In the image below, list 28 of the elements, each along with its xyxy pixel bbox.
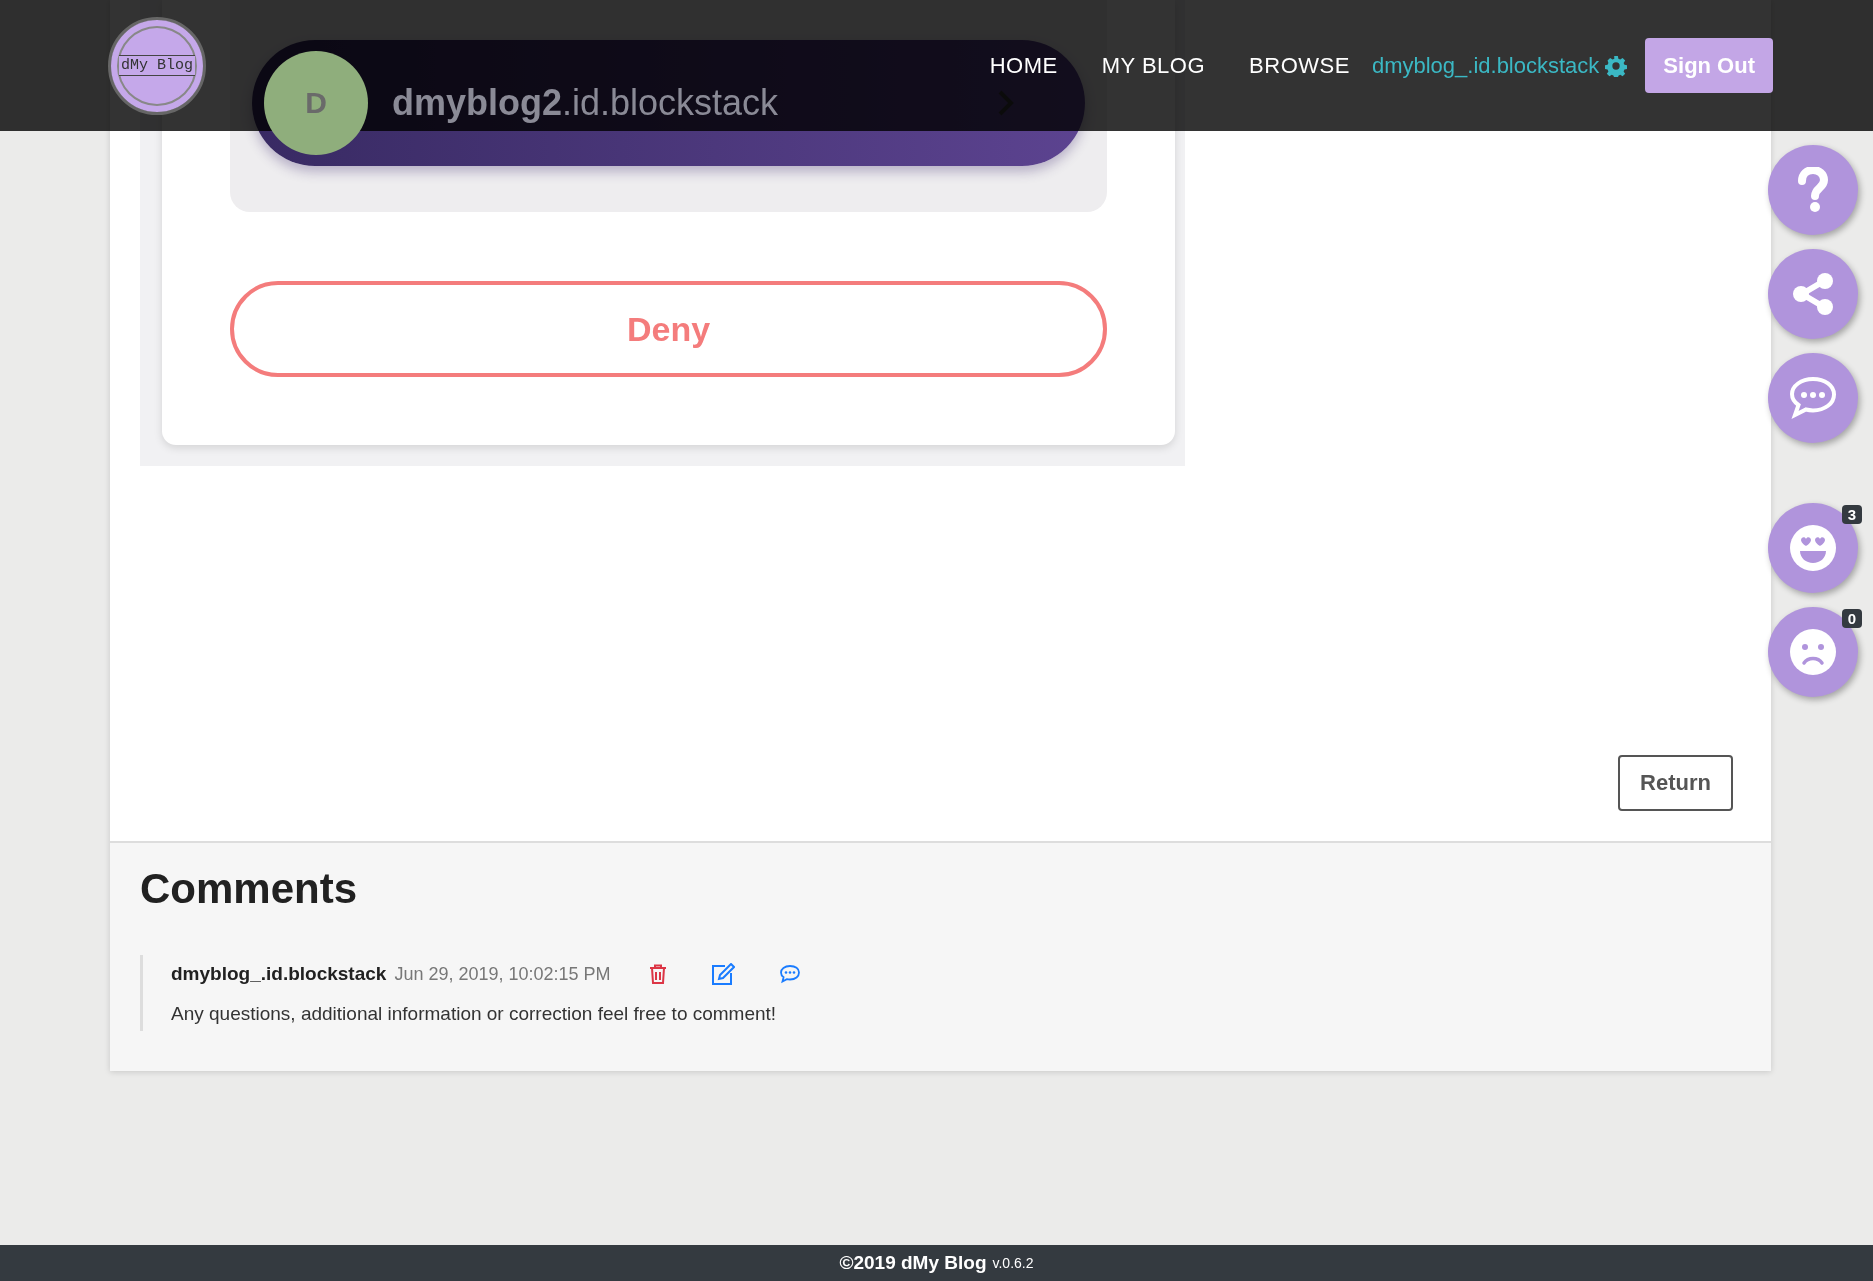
heart-eyes-icon	[1789, 524, 1837, 572]
nav-link[interactable]: BROWSE	[1249, 52, 1350, 79]
nav-link[interactable]: HOME	[989, 52, 1058, 79]
floating-button[interactable]	[1768, 145, 1858, 235]
comment-time: Jun 29, 2019, 10:02:15 PM	[394, 963, 611, 985]
delete-icon[interactable]	[648, 964, 667, 984]
question-icon	[1796, 167, 1830, 213]
user-link[interactable]: dmyblog_.id.blockstack	[1371, 52, 1600, 79]
nav-link[interactable]: MY BLOG	[1101, 52, 1206, 79]
account-name: dmyblog2.id.blockstack	[392, 82, 780, 124]
count-badge: 3	[1841, 505, 1862, 524]
comments-heading: Comments	[140, 865, 359, 913]
floating-button[interactable]	[1768, 353, 1858, 443]
reply-icon[interactable]	[778, 964, 801, 984]
count-badge: 0	[1841, 609, 1862, 628]
edit-icon[interactable]	[710, 963, 735, 985]
sad-face-icon	[1789, 628, 1837, 676]
return-button[interactable]: Return	[1618, 755, 1733, 811]
floating-button[interactable]	[1768, 249, 1858, 339]
share-icon	[1792, 272, 1834, 316]
logo[interactable]: dMy Blog	[108, 16, 206, 115]
chat-icon	[1789, 376, 1837, 420]
logo-text: dMy Blog	[119, 55, 195, 76]
copyright: ©2019 dMy Blog	[839, 1252, 987, 1274]
comment-author: dmyblog_.id.blockstack	[171, 963, 387, 985]
comment-text: Any questions, additional information or correction feel free to comment!	[171, 1003, 778, 1025]
version: v.0.6.2	[992, 1255, 1034, 1271]
settings-icon[interactable]	[1605, 54, 1628, 77]
